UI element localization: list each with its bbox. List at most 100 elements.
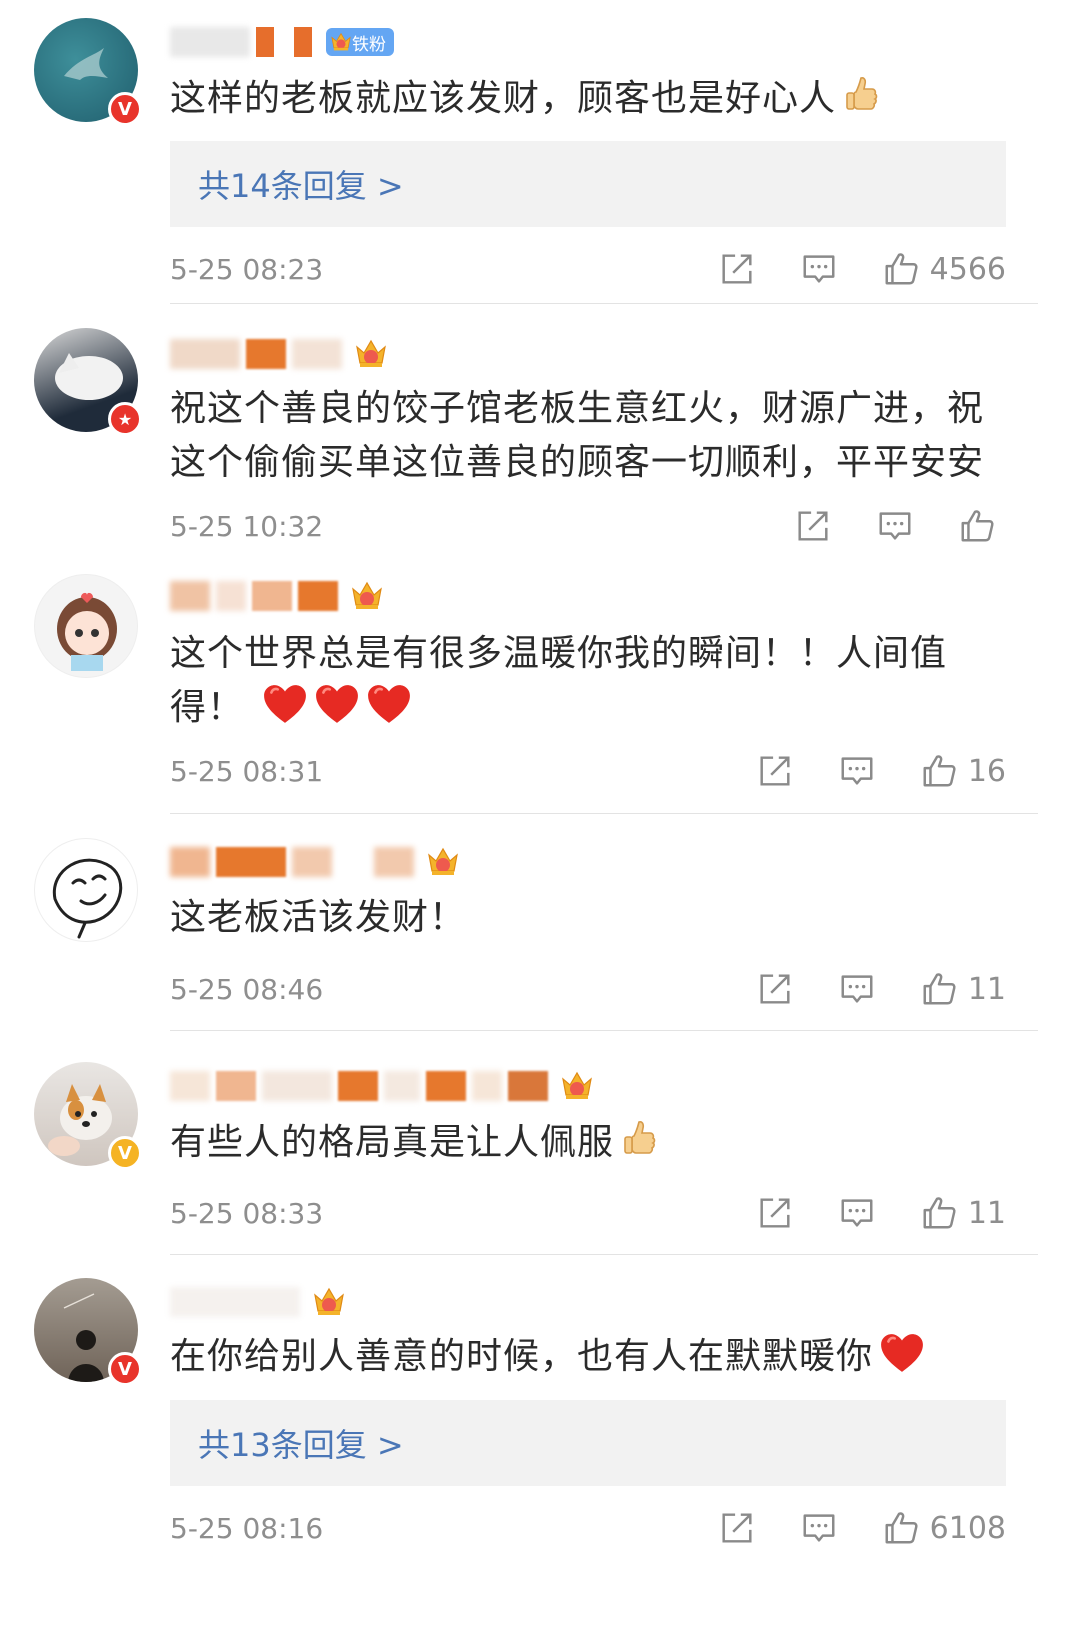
share-icon bbox=[718, 1509, 756, 1547]
share-icon bbox=[718, 250, 756, 288]
timestamp: 5-25 08:23 bbox=[170, 252, 324, 286]
replies-link[interactable]: 共13条回复 > bbox=[170, 1400, 1006, 1486]
share-button[interactable] bbox=[718, 250, 756, 288]
timestamp: 5-25 08:33 bbox=[170, 1196, 324, 1230]
cartoon-girl-icon bbox=[34, 574, 138, 678]
crown-icon bbox=[560, 1069, 594, 1103]
verified-badge-icon: V bbox=[108, 92, 142, 126]
replies-label: 共13条回复 > bbox=[198, 1426, 404, 1464]
replies-label: 共14条回复 > bbox=[198, 167, 404, 205]
comment-button[interactable] bbox=[838, 752, 876, 790]
comment-icon bbox=[800, 250, 838, 288]
avatar[interactable] bbox=[34, 838, 138, 942]
comment-text: 这老板活该发财！ bbox=[170, 891, 1010, 945]
comment-button[interactable] bbox=[800, 1509, 838, 1547]
comment-text-content: 这老板活该发财！ bbox=[170, 897, 467, 938]
avatar[interactable]: V bbox=[34, 1278, 142, 1386]
timestamp: 5-25 10:32 bbox=[170, 509, 324, 543]
share-button[interactable] bbox=[756, 1194, 794, 1232]
like-count: 11 bbox=[967, 971, 1006, 1007]
comment-icon bbox=[800, 1509, 838, 1547]
like-icon bbox=[958, 507, 996, 545]
username[interactable] bbox=[170, 334, 388, 374]
timestamp: 5-25 08:31 bbox=[170, 754, 324, 788]
share-icon bbox=[756, 752, 794, 790]
comment-button[interactable] bbox=[838, 970, 876, 1008]
comment-meta: 5-25 08:46 11 bbox=[170, 967, 1006, 1011]
heart-icon bbox=[262, 683, 308, 725]
replies-link[interactable]: 共14条回复 > bbox=[170, 141, 1006, 227]
crown-icon bbox=[312, 1285, 346, 1319]
like-icon bbox=[882, 250, 920, 288]
comment-button[interactable] bbox=[838, 1194, 876, 1232]
comment-meta: 5-25 08:33 11 bbox=[170, 1191, 1006, 1235]
comment-text: 这样的老板就应该发财，顾客也是好心人 bbox=[170, 72, 1010, 126]
like-count: 4566 bbox=[929, 251, 1006, 287]
crown-icon bbox=[330, 31, 352, 53]
like-button[interactable]: 6108 bbox=[882, 1509, 1006, 1547]
like-button[interactable] bbox=[958, 507, 1006, 545]
comment-icon bbox=[838, 970, 876, 1008]
avatar[interactable] bbox=[34, 574, 138, 678]
comment-text: 有些人的格局真是让人佩服 bbox=[170, 1116, 1010, 1170]
verified-badge-icon: V bbox=[108, 1136, 142, 1170]
sketch-face-icon bbox=[34, 838, 138, 942]
comment-meta: 5-25 10:32 bbox=[170, 504, 1006, 548]
share-icon bbox=[794, 507, 832, 545]
share-button[interactable] bbox=[794, 507, 832, 545]
comment-text-content: 有些人的格局真是让人佩服 bbox=[170, 1122, 615, 1163]
crown-icon bbox=[350, 579, 384, 613]
like-button[interactable]: 16 bbox=[920, 752, 1006, 790]
comment-button[interactable] bbox=[876, 507, 914, 545]
like-count: 11 bbox=[967, 1195, 1006, 1231]
divider bbox=[170, 303, 1038, 304]
like-icon bbox=[882, 1509, 920, 1547]
verified-badge-icon: ★ bbox=[108, 402, 142, 436]
comment-text: 祝这个善良的饺子馆老板生意红火，财源广进，祝这个偷偷买单这位善良的顾客一切顺利，… bbox=[170, 382, 1010, 490]
username[interactable]: 铁粉 bbox=[170, 22, 394, 62]
verified-badge-icon: V bbox=[108, 1352, 142, 1386]
comment-text: 在你给别人善意的时候，也有人在默默暖你 bbox=[170, 1330, 1010, 1384]
username[interactable] bbox=[170, 1066, 594, 1106]
comment-icon bbox=[876, 507, 914, 545]
username[interactable] bbox=[170, 842, 460, 882]
comment-meta: 5-25 08:16 6108 bbox=[170, 1506, 1006, 1550]
comment-button[interactable] bbox=[800, 250, 838, 288]
share-button[interactable] bbox=[756, 752, 794, 790]
crown-icon bbox=[354, 337, 388, 371]
heart-icon bbox=[314, 683, 360, 725]
comment-meta: 5-25 08:31 16 bbox=[170, 749, 1006, 793]
divider bbox=[170, 1030, 1038, 1031]
share-icon bbox=[756, 1194, 794, 1232]
comment-text-content: 这样的老板就应该发财，顾客也是好心人 bbox=[170, 78, 837, 119]
like-button[interactable]: 11 bbox=[920, 1194, 1006, 1232]
fan-badge-label: 铁粉 bbox=[352, 34, 386, 55]
timestamp: 5-25 08:46 bbox=[170, 972, 324, 1006]
avatar[interactable]: V bbox=[34, 1062, 142, 1170]
like-icon bbox=[920, 970, 958, 1008]
avatar[interactable]: V bbox=[34, 18, 142, 126]
username[interactable] bbox=[170, 576, 384, 616]
like-icon bbox=[920, 1194, 958, 1232]
like-count: 16 bbox=[967, 753, 1006, 789]
like-button[interactable]: 11 bbox=[920, 970, 1006, 1008]
heart-icon bbox=[366, 683, 412, 725]
thumbs-up-emoji-icon bbox=[842, 72, 882, 116]
heart-icon bbox=[879, 1332, 925, 1374]
comment-text-content: 在你给别人善意的时候，也有人在默默暖你 bbox=[170, 1336, 874, 1377]
like-icon bbox=[920, 752, 958, 790]
share-button[interactable] bbox=[756, 970, 794, 1008]
like-count: 6108 bbox=[929, 1510, 1006, 1546]
like-button[interactable]: 4566 bbox=[882, 250, 1006, 288]
comment-meta: 5-25 08:23 4566 bbox=[170, 247, 1006, 291]
avatar[interactable]: ★ bbox=[34, 328, 142, 436]
divider bbox=[170, 1254, 1038, 1255]
timestamp: 5-25 08:16 bbox=[170, 1511, 324, 1545]
share-button[interactable] bbox=[718, 1509, 756, 1547]
comment-icon bbox=[838, 752, 876, 790]
comment-icon bbox=[838, 1194, 876, 1232]
comment-text-content: 祝这个善良的饺子馆老板生意红火，财源广进，祝这个偷偷买单这位善良的顾客一切顺利，… bbox=[170, 388, 985, 483]
fan-badge: 铁粉 bbox=[326, 28, 394, 56]
username[interactable] bbox=[170, 1282, 346, 1322]
crown-icon bbox=[426, 845, 460, 879]
